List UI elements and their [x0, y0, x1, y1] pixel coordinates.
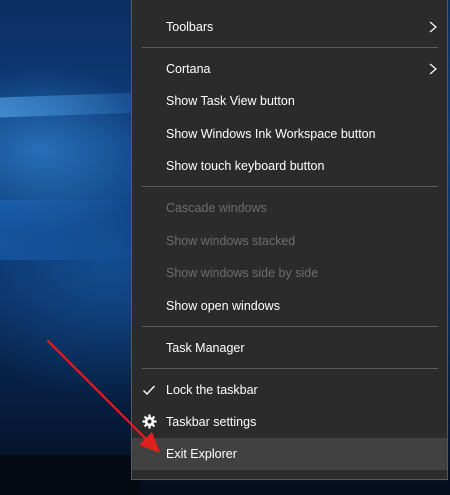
checkmark-icon [143, 385, 156, 396]
menu-item-show-windows-side-by-side: Show windows side by side [132, 257, 447, 289]
menu-item-label: Show Task View button [166, 94, 295, 108]
menu-item-label: Lock the taskbar [166, 383, 258, 397]
menu-item-label: Show touch keyboard button [166, 159, 325, 173]
menu-item-label: Cascade windows [166, 201, 267, 215]
taskbar[interactable] [0, 455, 140, 495]
menu-item-task-manager[interactable]: Task Manager [132, 332, 447, 364]
menu-separator [142, 47, 438, 48]
wallpaper-light-beam [0, 92, 140, 118]
taskbar-context-menu: Toolbars Cortana Show Task View button S… [131, 0, 448, 480]
menu-item-label: Show open windows [166, 299, 280, 313]
chevron-right-icon [429, 21, 437, 33]
menu-separator [142, 186, 438, 187]
menu-item-show-task-view[interactable]: Show Task View button [132, 85, 447, 117]
menu-item-taskbar-settings[interactable]: Taskbar settings [132, 406, 447, 438]
gear-icon [142, 414, 157, 429]
menu-item-cortana[interactable]: Cortana [132, 53, 447, 85]
menu-item-label: Show windows stacked [166, 234, 296, 248]
menu-item-label: Cortana [166, 62, 211, 76]
menu-item-toolbars[interactable]: Toolbars [132, 11, 447, 43]
menu-item-show-touch-keyboard[interactable]: Show touch keyboard button [132, 150, 447, 182]
wallpaper-light-glow [0, 200, 140, 260]
menu-item-label: Taskbar settings [166, 415, 257, 429]
menu-item-label: Show Windows Ink Workspace button [166, 127, 376, 141]
menu-separator [142, 326, 438, 327]
menu-item-show-open-windows[interactable]: Show open windows [132, 290, 447, 322]
menu-item-label: Toolbars [166, 20, 214, 34]
menu-item-show-ink-workspace[interactable]: Show Windows Ink Workspace button [132, 118, 447, 150]
menu-item-label: Show windows side by side [166, 266, 319, 280]
menu-item-label: Task Manager [166, 341, 245, 355]
menu-item-exit-explorer[interactable]: Exit Explorer [132, 438, 447, 470]
menu-item-cascade-windows: Cascade windows [132, 192, 447, 224]
menu-item-show-windows-stacked: Show windows stacked [132, 225, 447, 257]
menu-item-lock-taskbar[interactable]: Lock the taskbar [132, 374, 447, 406]
chevron-right-icon [429, 63, 437, 75]
menu-item-label: Exit Explorer [166, 447, 237, 461]
menu-separator [142, 368, 438, 369]
